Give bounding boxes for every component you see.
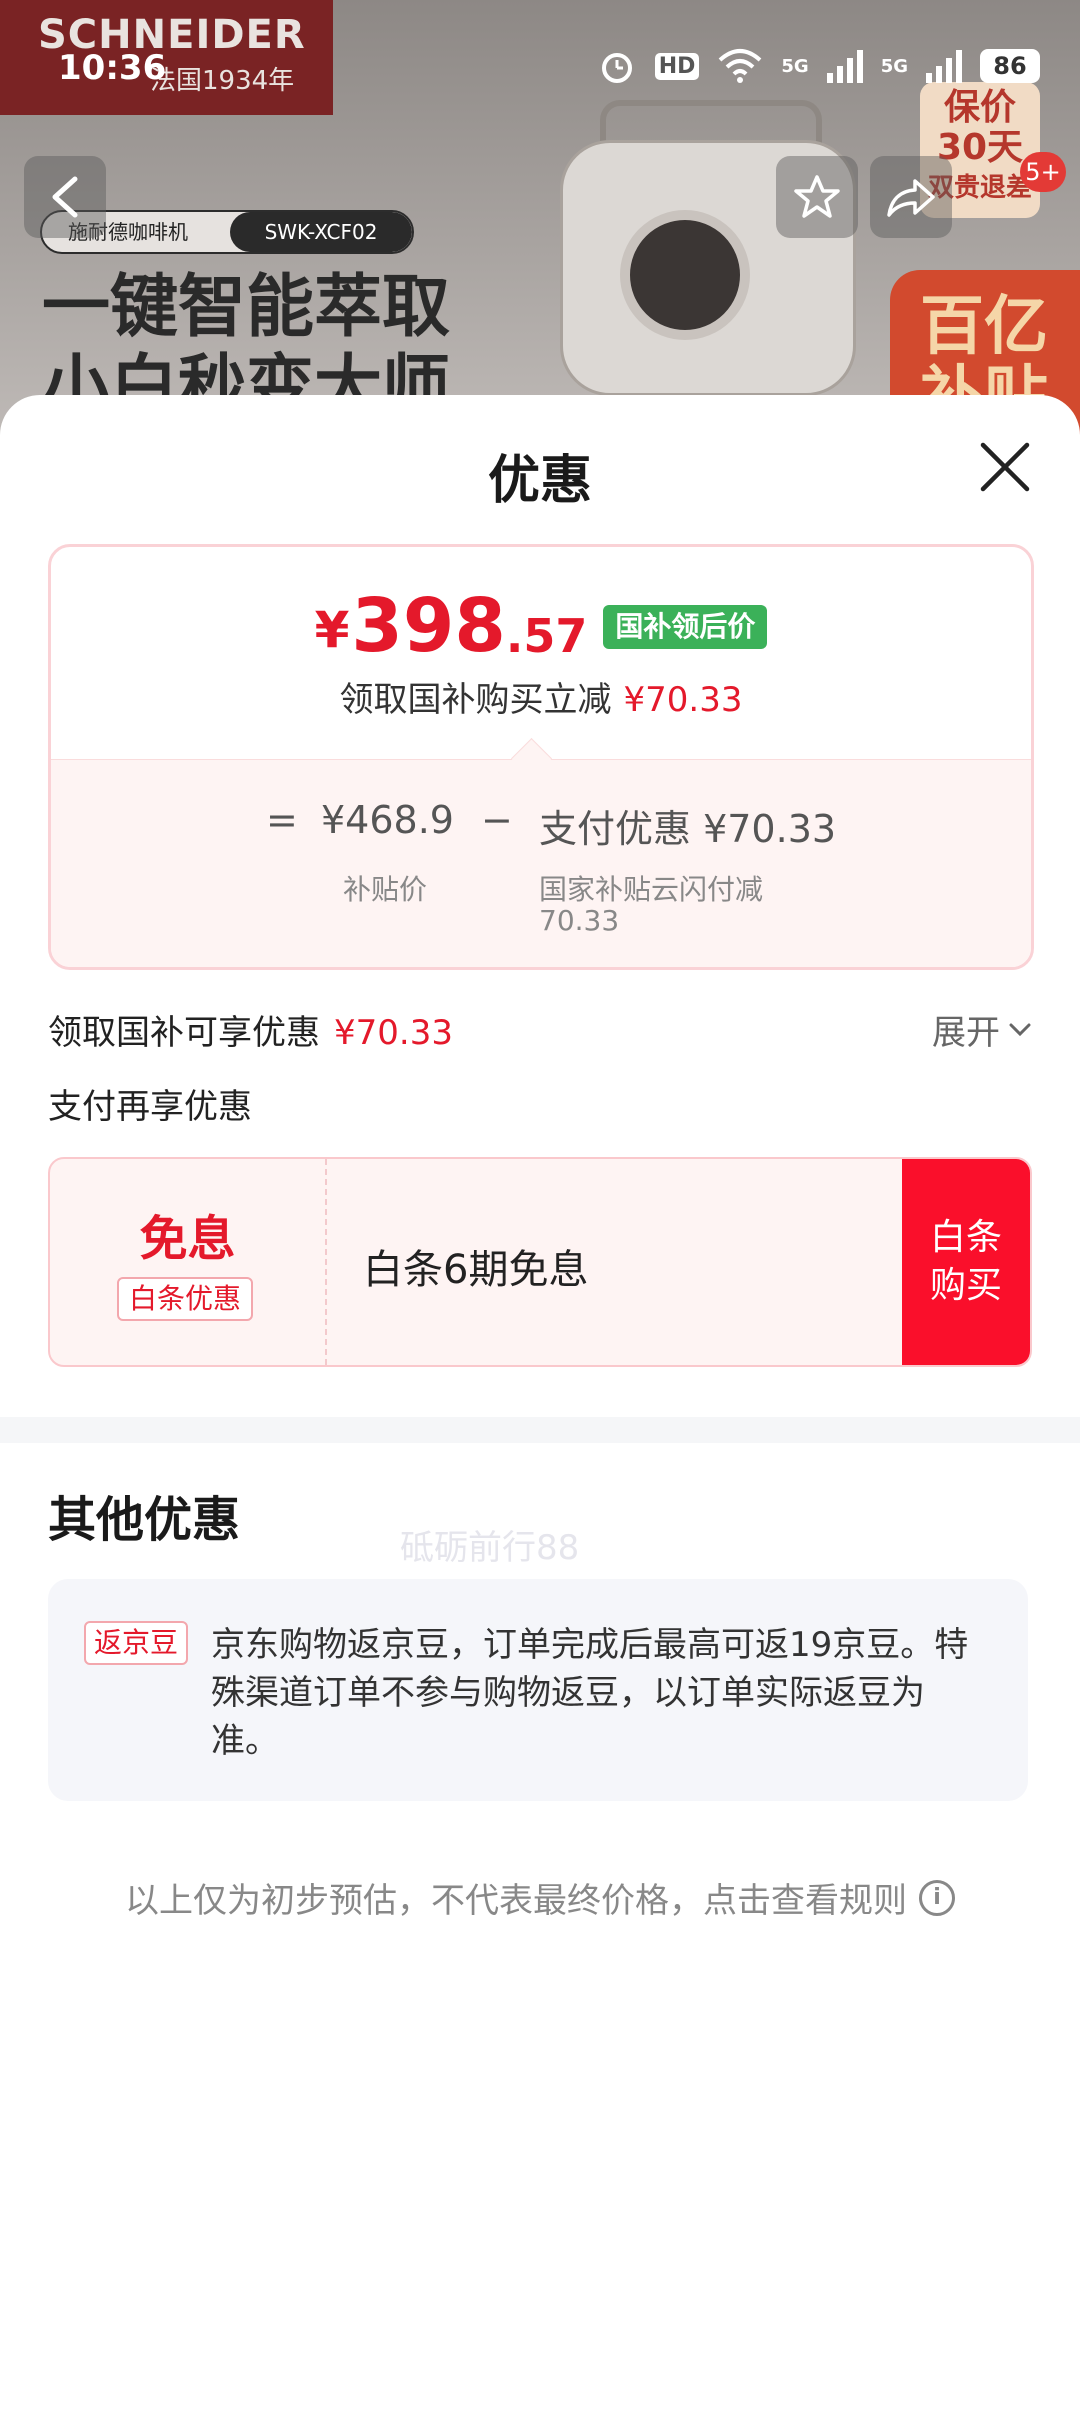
baitiao-offer-badge: 免息 白条优惠 xyxy=(50,1159,327,1365)
baitiao-offer-text: 白条6期免息 xyxy=(363,1247,589,1293)
promo-count-badge: 5+ xyxy=(1020,152,1066,192)
chevron-left-icon xyxy=(52,176,78,218)
network-2-label: 5G xyxy=(880,55,908,77)
subsidy-reduction-text: 领取国补购买立减 xyxy=(339,680,612,720)
base-price-label: 补贴价 xyxy=(343,873,428,906)
share-icon xyxy=(887,179,935,217)
baitiao-buy-button[interactable]: 白条 购买 xyxy=(902,1159,1030,1365)
baitiao-tag: 白条优惠 xyxy=(117,1277,254,1321)
star-icon xyxy=(794,175,840,218)
equals-sign: = xyxy=(266,798,298,842)
expand-label: 展开 xyxy=(932,1013,1000,1053)
interest-free-label: 免息 xyxy=(139,1211,236,1267)
promo-line1: 保价 xyxy=(943,87,1016,128)
expand-toggle[interactable]: 展开 xyxy=(932,1005,1032,1054)
baitiao-buy-line1: 白条 xyxy=(929,1217,1002,1258)
rules-link[interactable]: 以上仅为初步预估，不代表最终价格，点击查看规则 i xyxy=(0,1873,1080,1922)
baitiao-offer-card[interactable]: 免息 白条优惠 白条6期免息 白条 购买 xyxy=(48,1157,1032,1367)
subsidy-line1: 百亿 xyxy=(920,290,1048,364)
rules-disclaimer: 以上仅为初步预估，不代表最终价格，点击查看规则 xyxy=(125,1881,907,1921)
jingdou-offer-text: 京东购物返京豆，订单完成后最高可返19京豆。特殊渠道订单不参与购物返豆，以订单实… xyxy=(211,1625,969,1761)
status-time: 10:36 xyxy=(58,48,167,88)
network-1-label: 5G xyxy=(781,55,809,77)
coffee-machine-dial xyxy=(620,210,750,340)
sheet-title: 优惠 xyxy=(487,451,592,511)
subsidy-reduction-line: 领取国补购买立减 ¥70.33 xyxy=(51,672,1031,721)
hd-indicator: HD xyxy=(654,52,700,80)
final-price-decimal: .57 xyxy=(505,609,588,663)
pay-discount-heading: 支付再享优惠 xyxy=(48,1087,252,1127)
close-icon xyxy=(980,442,1030,492)
signal-icon xyxy=(826,50,863,83)
final-price-integer: 398 xyxy=(351,583,506,669)
product-headline: 一键智能萃取 xyxy=(42,268,451,347)
battery-indicator: 86 xyxy=(980,49,1040,83)
wifi-icon xyxy=(719,49,762,83)
brand-subtitle: 法国1934年 xyxy=(150,66,295,96)
alarm-icon xyxy=(601,53,632,83)
pay-discount-label-amount: 70.33 xyxy=(539,904,620,937)
signal-icon-2 xyxy=(926,50,962,83)
pay-discount-label: 国家补贴云闪付减 xyxy=(539,873,764,906)
brand-logo: SCHNEIDER 法国1934年 xyxy=(0,0,333,115)
baitiao-buy-line2: 购买 xyxy=(929,1265,1002,1306)
watermark: 砥砺前行88 xyxy=(400,1528,580,1568)
info-icon: i xyxy=(919,1879,955,1916)
share-button[interactable] xyxy=(870,156,952,238)
jingdou-tag: 返京豆 xyxy=(84,1621,189,1665)
subsidy-claim-amount: ¥70.33 xyxy=(334,1013,453,1053)
product-model: SWK-XCF02 xyxy=(230,212,412,252)
section-divider xyxy=(0,1417,1080,1443)
subsidy-price-tag: 国补领后价 xyxy=(603,605,768,649)
discount-sheet: 优惠 ¥ 398 .57 国补领后价 领取国补购买立减 ¥70.33 = ¥468… xyxy=(0,395,1080,2412)
price-formula: = ¥468.9 补贴价 − 支付优惠 ¥70.33 国家补贴云闪付减 70.3… xyxy=(51,737,1031,967)
base-price: ¥468.9 xyxy=(321,798,454,842)
subsidy-reduction-amount: ¥70.33 xyxy=(623,680,743,720)
subsidy-claim-line: 领取国补可享优惠 ¥70.33 xyxy=(48,1005,453,1054)
close-button[interactable] xyxy=(975,437,1035,497)
final-price-area: ¥ 398 .57 国补领后价 领取国补购买立减 ¥70.33 xyxy=(51,547,1031,759)
currency-symbol: ¥ xyxy=(314,601,350,659)
subsidy-claim-text: 领取国补可享优惠 xyxy=(48,1013,320,1053)
other-offers-title: 其他优惠 xyxy=(48,1492,241,1548)
back-button[interactable] xyxy=(24,156,106,238)
pay-discount: 支付优惠 ¥70.33 xyxy=(539,807,837,851)
jingdou-offer-card: 返京豆 京东购物返京豆，订单完成后最高可返19京豆。特殊渠道订单不参与购物返豆，… xyxy=(48,1579,1028,1801)
status-icons: HD 5G 5G 86 xyxy=(597,46,1040,86)
price-breakdown-card: ¥ 398 .57 国补领后价 领取国补购买立减 ¥70.33 = ¥468.9 … xyxy=(48,544,1034,970)
minus-sign: − xyxy=(481,798,513,842)
favorite-button[interactable] xyxy=(776,156,858,238)
chevron-down-icon xyxy=(1009,1023,1031,1036)
final-price-row: ¥ 398 .57 国补领后价 xyxy=(51,589,1031,663)
